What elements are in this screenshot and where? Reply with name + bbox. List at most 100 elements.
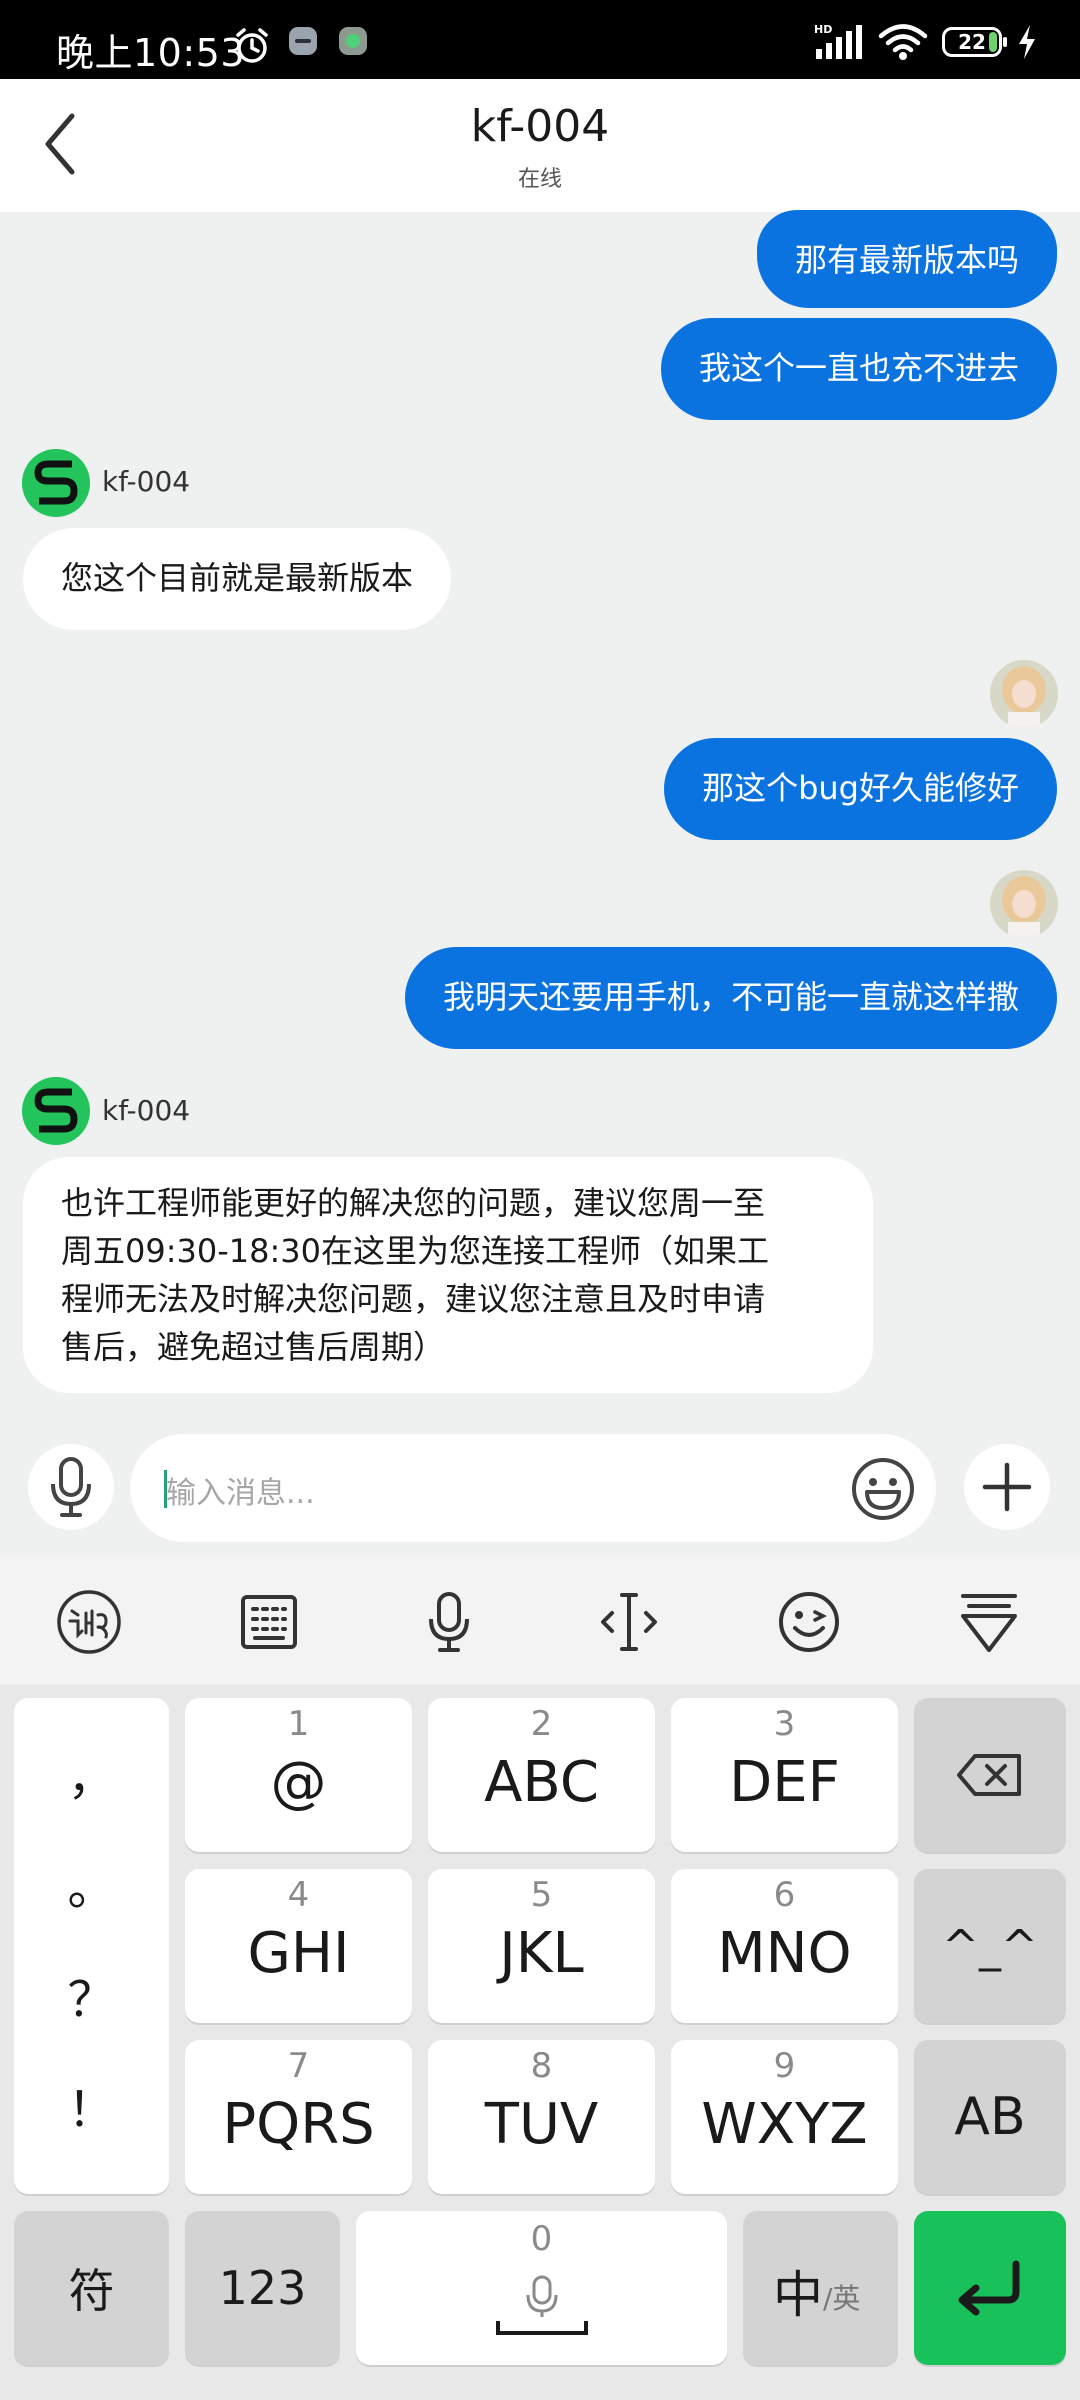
key-exclamation[interactable]: ！ [14, 2070, 169, 2140]
key-letters: WXYZ [701, 2092, 868, 2157]
user-avatar[interactable] [990, 660, 1058, 728]
message-line: 售后，避免超过售后周期） [61, 1328, 446, 1366]
app-notification-green-icon [339, 27, 367, 55]
emoticon-key[interactable]: ^_^ [914, 1869, 1066, 2023]
key-comma[interactable]: ， [14, 1738, 169, 1808]
collapse-icon [961, 1594, 1017, 1652]
key-letters: DEF [729, 1750, 840, 1815]
backspace-icon [957, 1754, 1021, 1796]
key-1[interactable]: 1 @ [185, 1698, 412, 1852]
space-key[interactable]: 0 [356, 2211, 727, 2365]
agent-name: kf-004 [102, 465, 191, 498]
svg-text:HD: HD [814, 23, 832, 36]
wink-emoji-icon [779, 1592, 839, 1652]
agent-avatar[interactable] [22, 449, 90, 517]
key-5[interactable]: 5 JKL [428, 1869, 655, 2023]
emoticon-label: ^_^ [942, 1920, 1038, 1972]
key-letters: GHI [247, 1921, 350, 1986]
key-3[interactable]: 3 DEF [671, 1698, 898, 1852]
alarm-icon [236, 28, 268, 63]
key-number: 7 [287, 2046, 310, 2086]
agent-logo-icon [34, 460, 78, 505]
enter-icon [958, 2260, 1020, 2316]
key-period[interactable]: 。 [14, 1848, 169, 1918]
punctuation-column[interactable]: ， 。 ？ ！ [14, 1698, 169, 2194]
message-bubble-outgoing[interactable]: 那这个bug好久能修好 [664, 738, 1057, 840]
key-question[interactable]: ？ [14, 1960, 169, 2030]
message-input[interactable]: 输入消息... [130, 1434, 936, 1542]
plus-icon [982, 1462, 1032, 1512]
key-number: 2 [530, 1704, 553, 1744]
space-mic-icon [496, 2275, 588, 2335]
key-letters: JKL [499, 1921, 584, 1986]
lang-sub-label: /英 [823, 2282, 861, 2315]
key-number: 8 [530, 2046, 553, 2086]
charging-icon [1019, 25, 1035, 59]
key-9[interactable]: 9 WXYZ [671, 2040, 898, 2194]
wifi-icon [878, 24, 928, 60]
user-avatar[interactable] [990, 870, 1058, 938]
status-bar: 晚上10:53 HD 22 [0, 0, 1080, 79]
language-toggle-key[interactable]: 中 /英 [743, 2211, 898, 2365]
message-bubble-incoming[interactable]: 您这个目前就是最新版本 [23, 528, 452, 630]
text-cursor-icon [601, 1593, 657, 1651]
status-indicators: HD 22 [812, 22, 1038, 62]
key-letters: ABC [484, 1750, 599, 1815]
xunfei-logo-button[interactable] [56, 1589, 122, 1655]
keyboard-icon [241, 1595, 297, 1649]
voice-input-button[interactable] [28, 1444, 114, 1530]
message-line: 程师无法及时解决您问题，建议您注意且及时申请 [61, 1280, 766, 1318]
key-letters: PQRS [222, 2092, 375, 2157]
key-letters: @ [270, 1750, 327, 1815]
key-number: 5 [530, 1875, 553, 1915]
number-key-label: 123 [218, 2261, 307, 2315]
emoji-panel-button[interactable] [776, 1589, 842, 1655]
user-photo [990, 870, 1058, 938]
symbol-key[interactable]: 符 [14, 2211, 169, 2365]
collapse-keyboard-button[interactable] [956, 1589, 1022, 1655]
message-composer: 输入消息... [0, 1420, 1080, 1555]
key-7[interactable]: 7 PQRS [185, 2040, 412, 2194]
voice-typing-button[interactable] [416, 1589, 482, 1655]
key-letters: TUV [484, 2092, 599, 2157]
key-number: 9 [773, 2046, 796, 2086]
microphone-icon [429, 1592, 469, 1652]
case-toggle-key[interactable]: AB [914, 2040, 1066, 2194]
message-line: 也许工程师能更好的解决您的问题，建议您周一至 [61, 1184, 766, 1222]
key-number: 3 [773, 1704, 796, 1744]
message-input-placeholder: 输入消息... [166, 1476, 315, 1511]
backspace-key[interactable] [914, 1698, 1066, 1852]
message-bubble-outgoing[interactable]: 那有最新版本吗 [756, 210, 1057, 308]
key-8[interactable]: 8 TUV [428, 2040, 655, 2194]
agent-name: kf-004 [102, 1094, 191, 1127]
keyboard: ， 。 ？ ！ 1 @ 2 ABC 3 DEF 4 GHI 5 JKL 6 MN… [0, 1685, 1080, 2400]
agent-logo-icon [34, 1088, 78, 1133]
add-attachment-button[interactable] [964, 1444, 1050, 1530]
ime-logo-icon [57, 1590, 121, 1654]
chat-header: kf-004 在线 [0, 79, 1080, 212]
battery-indicator: 22 [942, 27, 1007, 57]
cursor-move-button[interactable] [596, 1589, 662, 1655]
case-toggle-label: AB [954, 2087, 1026, 2147]
lang-main-label: 中 [773, 2266, 823, 2324]
key-4[interactable]: 4 GHI [185, 1869, 412, 2023]
message-bubble-incoming[interactable]: 也许工程师能更好的解决您的问题，建议您周一至 周五09:30-18:30在这里为… [23, 1157, 873, 1393]
message-bubble-outgoing[interactable]: 我这个一直也充不进去 [660, 318, 1057, 420]
number-key[interactable]: 123 [185, 2211, 340, 2365]
emoji-button-icon[interactable] [850, 1456, 916, 1522]
key-number: 6 [773, 1875, 796, 1915]
battery-level: 22 [958, 30, 986, 54]
keyboard-layout-button[interactable] [236, 1589, 302, 1655]
key-number: 1 [287, 1704, 310, 1744]
key-number: 4 [287, 1875, 310, 1915]
keyboard-toolbar [0, 1555, 1080, 1685]
agent-avatar[interactable] [22, 1077, 90, 1145]
key-2[interactable]: 2 ABC [428, 1698, 655, 1852]
symbol-key-label: 符 [68, 2264, 115, 2318]
key-letters: MNO [717, 1921, 852, 1986]
key-6[interactable]: 6 MNO [671, 1869, 898, 2023]
message-bubble-outgoing[interactable]: 我明天还要用手机，不可能一直就这样撒 [404, 947, 1057, 1049]
signal-icon: HD [814, 23, 862, 59]
send-enter-key[interactable] [914, 2211, 1066, 2365]
app-notification-icon [289, 27, 317, 55]
